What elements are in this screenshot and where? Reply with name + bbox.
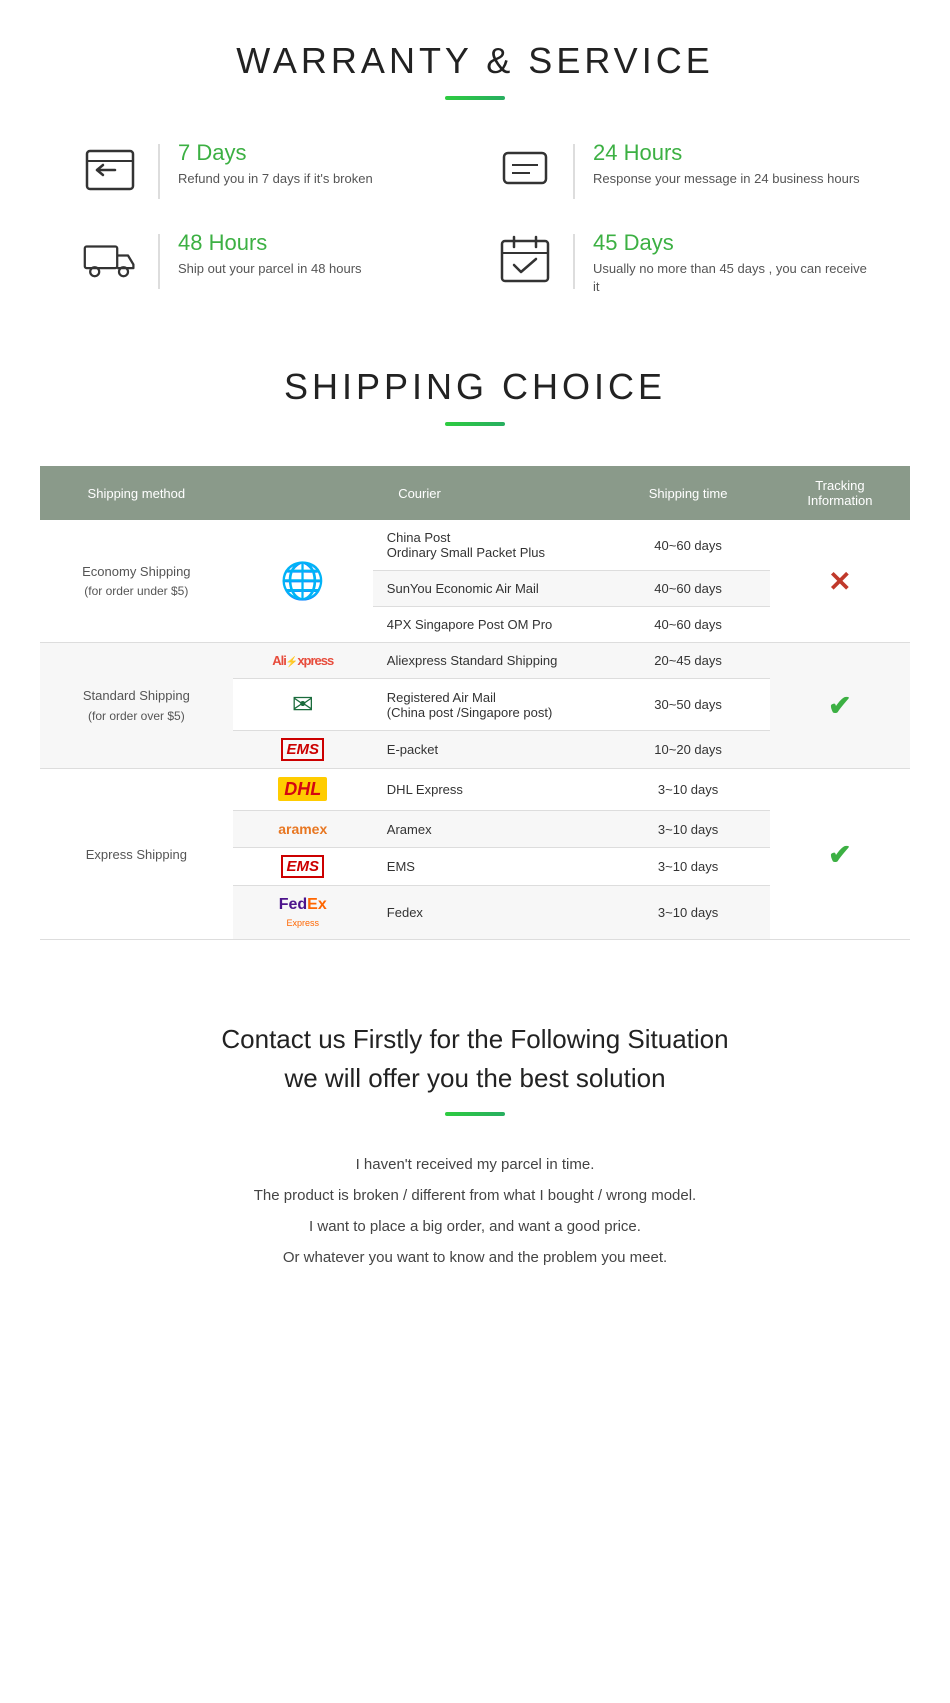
- warranty-highlight: 24 Hours: [593, 140, 860, 166]
- warranty-divider: [445, 96, 505, 100]
- courier-name: Fedex: [373, 886, 607, 940]
- shipping-time: 3~10 days: [606, 886, 769, 940]
- shipping-time: 40~60 days: [606, 607, 769, 643]
- logo-aramex: aramex: [233, 811, 373, 848]
- shipping-time: 40~60 days: [606, 571, 769, 607]
- method-economy: Economy Shipping(for order under $5): [40, 520, 233, 643]
- warranty-highlight: 7 Days: [178, 140, 373, 166]
- logo-ems: EMS: [233, 731, 373, 769]
- message-icon: [495, 140, 555, 200]
- table-row: Standard Shipping(for order over $5) Ali…: [40, 643, 910, 679]
- courier-name: China PostOrdinary Small Packet Plus: [373, 520, 607, 571]
- col-header-courier: Courier: [233, 466, 607, 520]
- contact-item-4: Or whatever you want to know and the pro…: [60, 1249, 890, 1266]
- shipping-time: 3~10 days: [606, 848, 769, 886]
- warranty-desc: Ship out your parcel in 48 hours: [178, 260, 362, 278]
- warranty-desc: Refund you in 7 days if it's broken: [178, 170, 373, 188]
- tracking-check-express: ✔: [770, 769, 910, 940]
- warranty-grid: 7 Days Refund you in 7 days if it's brok…: [60, 140, 890, 296]
- warranty-item-divider: [573, 234, 575, 289]
- refund-icon: [80, 140, 140, 200]
- tracking-cross: ✕: [770, 520, 910, 643]
- method-express: Express Shipping: [40, 769, 233, 940]
- cross-icon: ✕: [828, 566, 851, 597]
- courier-name: E-packet: [373, 731, 607, 769]
- warranty-highlight: 48 Hours: [178, 230, 362, 256]
- shipping-time: 3~10 days: [606, 811, 769, 848]
- table-row: Economy Shipping(for order under $5) 🌐 C…: [40, 520, 910, 571]
- warranty-item-divider: [158, 144, 160, 199]
- contact-item-1: I haven't received my parcel in time.: [60, 1156, 890, 1173]
- courier-name: Registered Air Mail(China post /Singapor…: [373, 679, 607, 731]
- warranty-item-text: 7 Days Refund you in 7 days if it's brok…: [178, 140, 373, 188]
- warranty-item-refund: 7 Days Refund you in 7 days if it's brok…: [80, 140, 455, 200]
- contact-item-2: The product is broken / different from w…: [60, 1187, 890, 1204]
- shipping-time: 3~10 days: [606, 769, 769, 811]
- shipping-title: SHIPPING CHOICE: [40, 366, 910, 408]
- warranty-item-divider: [158, 234, 160, 289]
- table-row: Express Shipping DHL DHL Express 3~10 da…: [40, 769, 910, 811]
- warranty-item-divider: [573, 144, 575, 199]
- shipping-time: 30~50 days: [606, 679, 769, 731]
- method-standard: Standard Shipping(for order over $5): [40, 643, 233, 769]
- courier-name: DHL Express: [373, 769, 607, 811]
- shipping-table: Shipping method Courier Shipping time Tr…: [40, 466, 910, 940]
- logo-un: 🌐: [233, 520, 373, 643]
- warranty-item-receive: 45 Days Usually no more than 45 days , y…: [495, 230, 870, 296]
- warranty-item-ship: 48 Hours Ship out your parcel in 48 hour…: [80, 230, 455, 296]
- courier-name: Aliexpress Standard Shipping: [373, 643, 607, 679]
- warranty-desc: Usually no more than 45 days , you can r…: [593, 260, 870, 296]
- logo-ems2: EMS: [233, 848, 373, 886]
- contact-title: Contact us Firstly for the Following Sit…: [60, 1020, 890, 1098]
- col-header-time: Shipping time: [606, 466, 769, 520]
- contact-section: Contact us Firstly for the Following Sit…: [0, 970, 950, 1306]
- contact-divider: [445, 1112, 505, 1116]
- check-icon: ✔: [828, 839, 851, 870]
- check-icon: ✔: [828, 690, 851, 721]
- shipping-table-wrap: Shipping method Courier Shipping time Tr…: [40, 466, 910, 940]
- courier-name: 4PX Singapore Post OM Pro: [373, 607, 607, 643]
- shipping-time: 40~60 days: [606, 520, 769, 571]
- warranty-section: WARRANTY & SERVICE 7 Days Refund you in …: [0, 0, 950, 326]
- col-header-tracking: TrackingInformation: [770, 466, 910, 520]
- col-header-method: Shipping method: [40, 466, 233, 520]
- truck-icon: [80, 230, 140, 290]
- warranty-item-response: 24 Hours Response your message in 24 bus…: [495, 140, 870, 200]
- shipping-time: 10~20 days: [606, 731, 769, 769]
- contact-items: I haven't received my parcel in time. Th…: [60, 1156, 890, 1266]
- table-header-row: Shipping method Courier Shipping time Tr…: [40, 466, 910, 520]
- shipping-section: SHIPPING CHOICE Shipping method Courier …: [0, 326, 950, 970]
- logo-fedex: FedExExpress: [233, 886, 373, 940]
- contact-item-3: I want to place a big order, and want a …: [60, 1218, 890, 1235]
- courier-name: SunYou Economic Air Mail: [373, 571, 607, 607]
- tracking-check-standard: ✔: [770, 643, 910, 769]
- courier-name: Aramex: [373, 811, 607, 848]
- warranty-title: WARRANTY & SERVICE: [60, 40, 890, 82]
- warranty-item-text: 45 Days Usually no more than 45 days , y…: [593, 230, 870, 296]
- logo-aliexpress: Ali⚡xpress: [233, 643, 373, 679]
- logo-registered: ✉: [233, 679, 373, 731]
- calendar-check-icon: [495, 230, 555, 290]
- shipping-time: 20~45 days: [606, 643, 769, 679]
- shipping-divider: [445, 422, 505, 426]
- warranty-item-text: 24 Hours Response your message in 24 bus…: [593, 140, 860, 188]
- logo-dhl: DHL: [233, 769, 373, 811]
- warranty-highlight: 45 Days: [593, 230, 870, 256]
- warranty-item-text: 48 Hours Ship out your parcel in 48 hour…: [178, 230, 362, 278]
- courier-name: EMS: [373, 848, 607, 886]
- warranty-desc: Response your message in 24 business hou…: [593, 170, 860, 188]
